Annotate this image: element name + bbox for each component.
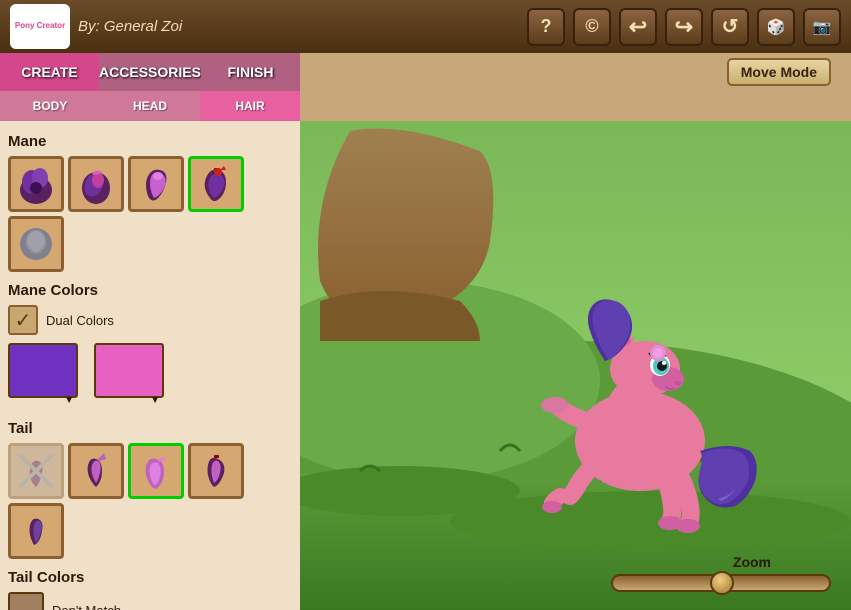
sub-tabs: BODY HEAD HAIR: [0, 91, 300, 121]
right-panel: Zoom: [300, 121, 851, 610]
main-layout: Mane: [0, 121, 851, 610]
help-button[interactable]: ?: [527, 8, 565, 46]
zoom-label: Zoom: [733, 554, 771, 570]
mane-option-5[interactable]: [8, 216, 64, 272]
mane-color-2-swatch[interactable]: ▼: [94, 343, 164, 408]
app-logo: Pony Creator: [10, 4, 70, 49]
dual-colors-row: ✓ Dual Colors: [8, 305, 292, 335]
mane-colors-title: Mane Colors: [8, 282, 292, 299]
mane-color-1-swatch[interactable]: ▼: [8, 343, 78, 408]
tail-option-1[interactable]: [8, 443, 64, 499]
copyright-button[interactable]: ©: [573, 8, 611, 46]
mane-colors-section: ✓ Dual Colors ▼ ▼: [8, 305, 292, 408]
zoom-slider-track[interactable]: [611, 574, 831, 592]
mane-color-1-arrow: ▼: [64, 395, 74, 406]
right-nav-area: Move Mode: [300, 54, 851, 90]
mane-option-3[interactable]: [128, 156, 184, 212]
tail-option-3[interactable]: [128, 443, 184, 499]
tail-option-4[interactable]: [188, 443, 244, 499]
author-text: By: General Zoi: [78, 18, 519, 35]
redo-button[interactable]: ↪: [665, 8, 703, 46]
reset-button[interactable]: ↺: [711, 8, 749, 46]
dont-match-row: Don't Match: [8, 592, 292, 610]
tail-option-2[interactable]: [68, 443, 124, 499]
tab-finish[interactable]: FINISH: [201, 53, 300, 91]
undo-button[interactable]: ↩: [619, 8, 657, 46]
mane-option-4[interactable]: [188, 156, 244, 212]
tail-title: Tail: [8, 420, 292, 437]
zoom-container: Zoom: [611, 554, 831, 592]
mane-color-2-arrow: ▼: [150, 395, 160, 406]
left-panel: Mane: [0, 121, 300, 610]
sub-tab-hair[interactable]: HAIR: [200, 91, 300, 121]
top-bar: Pony Creator By: General Zoi ? © ↩ ↪ ↺ 🎲…: [0, 0, 851, 53]
mane-color-2: [94, 343, 164, 398]
color-swatches-row: ▼ ▼: [8, 343, 292, 408]
tail-option-5[interactable]: [8, 503, 64, 559]
mane-option-2[interactable]: [68, 156, 124, 212]
tail-options-grid: [8, 443, 292, 559]
mane-options-grid: [8, 156, 292, 272]
mane-title: Mane: [8, 133, 292, 150]
mane-option-1[interactable]: [8, 156, 64, 212]
random-button[interactable]: 🎲: [757, 8, 795, 46]
mane-color-1: [8, 343, 78, 398]
move-mode-button[interactable]: Move Mode: [727, 58, 831, 86]
nav-row: CREATE ACCESSORIES FINISH Move Mode: [0, 53, 851, 91]
tail-colors-title: Tail Colors: [8, 569, 292, 586]
sub-tab-body[interactable]: BODY: [0, 91, 100, 121]
tail-color-swatch[interactable]: [8, 592, 44, 610]
dual-colors-label: Dual Colors: [46, 313, 114, 328]
tab-create[interactable]: CREATE: [0, 53, 99, 91]
sub-tab-head[interactable]: HEAD: [100, 91, 200, 121]
scene-background: Zoom: [300, 121, 851, 610]
camera-button[interactable]: 📷: [803, 8, 841, 46]
nav-tabs: CREATE ACCESSORIES FINISH: [0, 53, 300, 91]
tab-accessories[interactable]: ACCESSORIES: [99, 53, 201, 91]
dont-match-label: Don't Match: [52, 603, 121, 610]
zoom-slider-thumb[interactable]: [710, 571, 734, 595]
dual-colors-checkbox[interactable]: ✓: [8, 305, 38, 335]
scene-svg: [300, 121, 851, 610]
